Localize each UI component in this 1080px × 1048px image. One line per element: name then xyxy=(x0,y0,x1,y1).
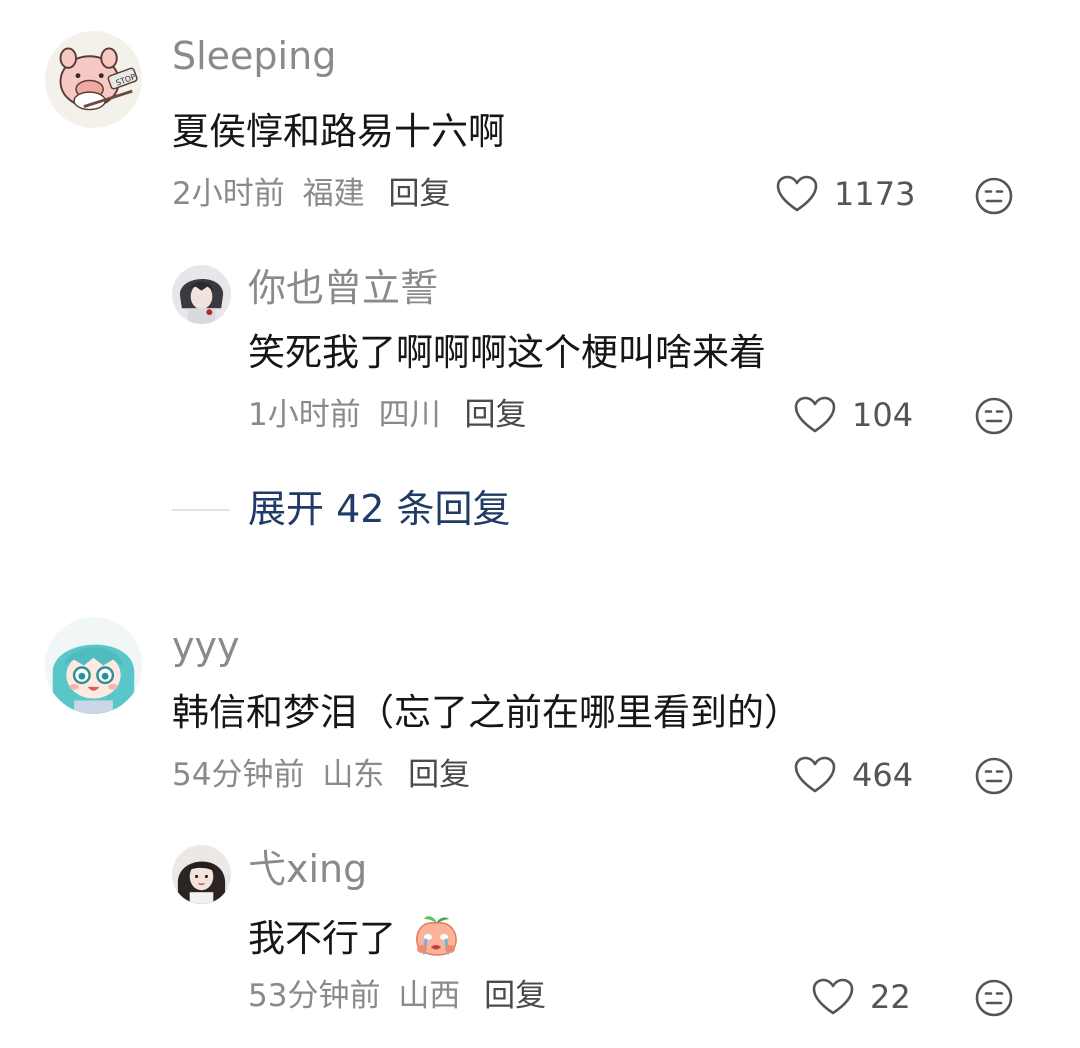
comment-location: 四川 xyxy=(378,397,441,433)
meh-face-icon[interactable] xyxy=(974,396,1014,436)
comment-time: 2小时前 xyxy=(172,176,285,212)
meh-face-icon[interactable] xyxy=(974,978,1014,1018)
heart-outline-icon xyxy=(794,756,836,793)
avatar[interactable] xyxy=(172,265,231,324)
comment-time: 53分钟前 xyxy=(248,978,381,1014)
like-count: 22 xyxy=(870,978,911,1016)
reply-button[interactable]: 回复 xyxy=(464,397,526,433)
comment-username[interactable]: yyy xyxy=(172,624,239,668)
like-count: 104 xyxy=(852,396,914,434)
reply-button[interactable]: 回复 xyxy=(388,176,450,212)
heart-outline-icon xyxy=(812,978,854,1015)
comment-username[interactable]: 弋xing xyxy=(248,847,367,891)
crying-peach-emoji xyxy=(415,916,457,956)
comment-meta: 53分钟前 山西 回复 xyxy=(248,977,546,1015)
comment-time: 1小时前 xyxy=(248,397,361,433)
meh-face-icon[interactable] xyxy=(974,756,1014,796)
comment-text: 笑死我了啊啊啊这个梗叫啥来着 xyxy=(248,331,766,374)
like-button[interactable]: 104 xyxy=(794,393,913,437)
comment-text: 我不行了 xyxy=(248,913,460,961)
avatar[interactable] xyxy=(45,617,142,714)
like-count: 464 xyxy=(852,756,914,794)
like-count: 1173 xyxy=(834,175,916,213)
like-button[interactable]: 464 xyxy=(794,753,913,797)
avatar[interactable] xyxy=(172,845,231,904)
comment-meta: 1小时前 四川 回复 xyxy=(248,396,526,434)
like-button[interactable]: 1173 xyxy=(776,172,915,216)
reply-button[interactable]: 回复 xyxy=(408,757,470,793)
meh-face-icon[interactable] xyxy=(974,176,1014,216)
comment-location: 山东 xyxy=(322,757,385,793)
comment-meta: 2小时前 福建 回复 xyxy=(172,175,450,213)
reply-button[interactable]: 回复 xyxy=(484,978,546,1014)
like-button[interactable]: 22 xyxy=(812,975,911,1019)
comment-username[interactable]: 你也曾立誓 xyxy=(248,266,438,310)
comment-location: 福建 xyxy=(302,176,365,212)
avatar[interactable]: STOP xyxy=(45,31,142,128)
heart-outline-icon xyxy=(794,396,836,433)
comment-time: 54分钟前 xyxy=(172,757,305,793)
expand-replies-button[interactable]: 展开 42 条回复 xyxy=(248,487,511,531)
comment-meta: 54分钟前 山东 回复 xyxy=(172,756,470,794)
heart-outline-icon xyxy=(776,175,818,212)
comment-text-value: 我不行了 xyxy=(248,917,396,960)
comment-text: 韩信和梦泪（忘了之前在哪里看到的） xyxy=(172,691,801,734)
comment-location: 山西 xyxy=(398,978,461,1014)
expand-divider xyxy=(172,509,230,511)
comment-username[interactable]: Sleeping xyxy=(172,34,336,78)
comment-text: 夏侯惇和路易十六啊 xyxy=(172,110,505,153)
